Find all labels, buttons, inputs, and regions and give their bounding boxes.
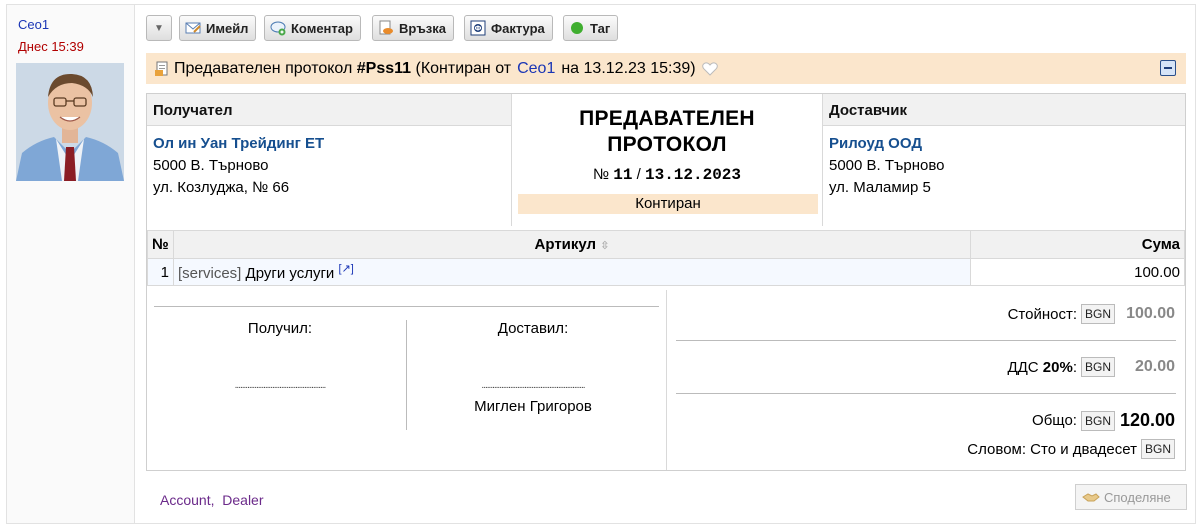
external-link-icon[interactable]: [↗]	[339, 263, 354, 275]
post-content: ▼ Имейл Коментар Връзка Ф Фактура Таг Пр…	[145, 5, 1191, 523]
invoice-label: Фактура	[491, 20, 545, 36]
currency-badge: BGN	[1140, 439, 1175, 459]
supplier-name[interactable]: Рилоуд ООД	[823, 126, 1185, 152]
value-row: Стойност: BGN 100.00	[1008, 304, 1175, 324]
row-name: Други услуги	[245, 265, 335, 282]
recipient-name[interactable]: Ол ин Уан Трейдинг ЕТ	[147, 126, 511, 152]
sort-icon: ⇳	[600, 240, 610, 252]
received-signature: Получил: ...............................…	[154, 320, 406, 430]
share-button[interactable]: Споделяне	[1075, 484, 1187, 510]
author-link[interactable]: Ceo1	[18, 17, 49, 32]
row-code: [services]	[178, 265, 242, 282]
table-row: 1 [services] Други услуги [↗] 100.00	[147, 258, 1185, 286]
more-button[interactable]: ▼	[146, 15, 172, 41]
thread-post: Ceo1 Днес 15:39 ▼ Имейл Коментар Връзка …	[6, 4, 1196, 524]
comment-icon	[270, 20, 286, 36]
header-contir-close: на 13.12.23 15:39)	[561, 59, 696, 77]
vat-amount: 20.00	[1134, 358, 1175, 375]
document-body: Получател Ол ин Уан Трейдинг ЕТ 5000 В. …	[146, 93, 1186, 471]
delivered-signature: Доставил: ..............................…	[407, 320, 659, 430]
tag-link-account[interactable]: Account	[160, 492, 211, 508]
recipient-city: 5000 В. Търново	[153, 157, 269, 174]
recipient-title: Получател	[147, 94, 511, 126]
words-row: Словом: Сто и двадесет BGN	[967, 439, 1175, 459]
total-label: Общо:	[1032, 412, 1077, 429]
delivered-dots: ........................................…	[481, 380, 585, 391]
post-meta: Ceo1 Днес 15:39	[7, 5, 135, 523]
link-button[interactable]: Връзка	[372, 15, 455, 41]
row-no: 1	[147, 258, 174, 286]
supplier-city: 5000 В. Търново	[829, 157, 945, 174]
supplier-street: ул. Маламир 5	[829, 179, 931, 196]
tag-label: Таг	[590, 20, 611, 36]
header-user-link[interactable]: Ceo1	[517, 60, 555, 78]
value-label: Стойност:	[1007, 305, 1077, 323]
value-amount: 100.00	[1126, 305, 1175, 322]
row-sum: 100.00	[970, 258, 1185, 286]
handshake-icon	[1082, 491, 1100, 503]
tag-dot-icon	[569, 20, 585, 36]
header-prefix: Предавателен протокол	[174, 59, 353, 77]
document-type: ПРЕДАВАТЕЛЕН ПРОТОКОЛ	[579, 107, 755, 156]
invoice-icon: Ф	[470, 20, 486, 36]
words-label: Словом: Сто и двадесет	[967, 440, 1137, 458]
currency-badge: BGN	[1080, 304, 1115, 324]
vat-label: ДДС 20%:	[1007, 358, 1077, 376]
totals-box: Стойност: BGN 100.00 ДДС 20%: BGN 20.00 …	[668, 290, 1185, 470]
chevron-down-icon: ▼	[154, 22, 164, 34]
row-article: [services] Други услуги [↗]	[173, 258, 971, 286]
divider	[676, 393, 1176, 394]
document-title-box: ПРЕДАВАТЕЛЕН ПРОТОКОЛ № 11 / 13.12.2023 К…	[511, 94, 823, 226]
heart-icon[interactable]	[701, 61, 718, 76]
supplier-title: Доставчик	[823, 94, 1185, 126]
total-row: Общо: BGN 120.00	[1032, 410, 1175, 431]
header-contir-open: (Контиран от	[415, 59, 512, 77]
currency-badge: BGN	[1080, 357, 1115, 377]
link-label: Връзка	[399, 20, 447, 36]
tag-link-dealer[interactable]: Dealer	[222, 492, 263, 508]
collapse-icon[interactable]	[1160, 60, 1176, 76]
col-article[interactable]: Артикул ⇳	[173, 230, 971, 259]
document-number: № 11 / 13.12.2023	[593, 166, 741, 184]
share-label: Споделяне	[1104, 489, 1171, 505]
col-sum: Сума	[970, 230, 1185, 259]
divider	[154, 306, 659, 307]
post-date: Днес 15:39	[18, 39, 84, 54]
currency-badge: BGN	[1080, 410, 1115, 431]
header-number: #Pss11	[356, 59, 412, 77]
comment-label: Коментар	[291, 20, 353, 36]
comment-button[interactable]: Коментар	[264, 15, 361, 41]
total-amount: 120.00	[1119, 410, 1175, 430]
col-no: №	[147, 230, 174, 259]
vat-row: ДДС 20%: BGN 20.00	[1007, 357, 1175, 377]
tag-button[interactable]: Таг	[563, 15, 619, 41]
email-icon	[185, 20, 201, 36]
email-button[interactable]: Имейл	[179, 15, 257, 41]
recipient-street: ул. Козлуджа, № 66	[153, 179, 290, 196]
received-label: Получил:	[247, 320, 313, 337]
document-icon	[154, 61, 170, 77]
items-table: № Артикул ⇳ Сума 1 [services] Други услу…	[147, 230, 1185, 286]
document-header: Предавателен протокол #Pss11 (Контиран о…	[146, 53, 1186, 84]
svg-text:Ф: Ф	[475, 25, 482, 33]
received-dots: ........................................…	[234, 380, 327, 391]
divider	[676, 340, 1176, 341]
invoice-button[interactable]: Ф Фактура	[464, 15, 553, 41]
signatures-box: Получил: ...............................…	[147, 290, 667, 470]
delivered-name: Миглен Григоров	[474, 398, 592, 415]
tag-links: Account, Dealer	[160, 492, 264, 508]
avatar	[16, 63, 124, 181]
link-icon	[378, 20, 394, 36]
recipient-box: Получател Ол ин Уан Трейдинг ЕТ 5000 В. …	[147, 94, 511, 226]
delivered-label: Доставил:	[497, 320, 569, 337]
email-label: Имейл	[206, 20, 249, 36]
supplier-box: Доставчик Рилоуд ООД 5000 В. Търново ул.…	[823, 94, 1185, 226]
document-status: Контиран	[518, 194, 818, 214]
